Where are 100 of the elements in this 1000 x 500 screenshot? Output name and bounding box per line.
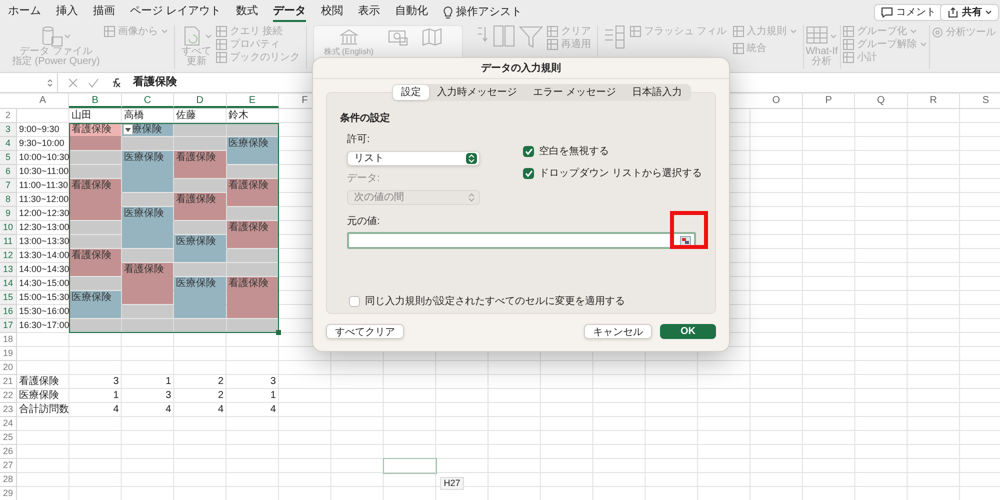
schedule-cell[interactable]: 医療保険 bbox=[69, 291, 122, 305]
column-header[interactable]: D bbox=[174, 94, 227, 108]
column-header[interactable]: Q bbox=[855, 94, 908, 108]
schedule-cell[interactable]: 看護保険 bbox=[69, 249, 122, 263]
schedule-cell[interactable] bbox=[174, 137, 227, 151]
schedule-cell[interactable] bbox=[69, 207, 122, 221]
schedule-cell[interactable] bbox=[69, 137, 122, 151]
column-header[interactable]: O bbox=[750, 94, 803, 108]
schedule-cell[interactable] bbox=[174, 319, 227, 333]
row-header[interactable]: 10 bbox=[0, 221, 17, 235]
schedule-cell[interactable] bbox=[174, 305, 227, 319]
schedule-cell[interactable] bbox=[226, 263, 279, 277]
dialog-tab[interactable]: 設定 bbox=[393, 85, 429, 100]
checkbox[interactable] bbox=[523, 168, 534, 179]
row-header[interactable]: 24 bbox=[0, 417, 17, 431]
schedule-cell[interactable]: 看護保険 bbox=[226, 221, 279, 235]
schedule-cell[interactable] bbox=[174, 207, 227, 221]
dialog-tab[interactable]: 日本語入力 bbox=[624, 85, 690, 100]
schedule-cell[interactable] bbox=[122, 291, 174, 305]
row-header[interactable]: 7 bbox=[0, 179, 17, 193]
row-header[interactable]: 19 bbox=[0, 347, 17, 361]
row-header[interactable]: 25 bbox=[0, 431, 17, 445]
schedule-cell[interactable] bbox=[226, 249, 279, 263]
schedule-cell[interactable] bbox=[174, 263, 227, 277]
schedule-cell[interactable] bbox=[226, 305, 279, 319]
checkbox-label[interactable]: ドロップダウン リストから選択する bbox=[539, 166, 702, 181]
schedule-cell[interactable] bbox=[69, 165, 122, 179]
schedule-cell[interactable]: 医療保険 bbox=[226, 137, 279, 151]
column-header[interactable]: S bbox=[960, 94, 1000, 108]
schedule-cell[interactable] bbox=[122, 305, 174, 319]
column-header[interactable]: E bbox=[226, 94, 279, 108]
column-header[interactable]: A bbox=[17, 94, 70, 108]
schedule-cell[interactable]: 看護保険 bbox=[226, 179, 279, 193]
schedule-cell[interactable] bbox=[174, 165, 227, 179]
dialog-tab[interactable]: 入力時メッセージ bbox=[429, 85, 525, 100]
dialog-button[interactable]: すべてクリア bbox=[326, 324, 404, 339]
row-header[interactable]: 18 bbox=[0, 333, 17, 347]
column-header[interactable]: P bbox=[802, 94, 856, 108]
ok-button[interactable]: OK bbox=[660, 324, 716, 339]
row-header[interactable]: 9 bbox=[0, 207, 17, 221]
menu-tab[interactable]: 表示 bbox=[358, 2, 380, 22]
row-header[interactable]: 20 bbox=[0, 361, 17, 375]
row-header[interactable]: 5 bbox=[0, 151, 17, 165]
schedule-cell[interactable] bbox=[226, 151, 279, 165]
row-header[interactable]: 16 bbox=[0, 305, 17, 319]
row-header[interactable]: 26 bbox=[0, 445, 17, 459]
row-header[interactable]: 14 bbox=[0, 277, 17, 291]
schedule-cell[interactable] bbox=[122, 193, 174, 207]
row-header[interactable]: 17 bbox=[0, 319, 17, 333]
schedule-cell[interactable] bbox=[122, 319, 174, 333]
schedule-cell[interactable] bbox=[69, 221, 122, 235]
schedule-cell[interactable] bbox=[226, 123, 279, 137]
dialog-tab[interactable]: エラー メッセージ bbox=[525, 85, 624, 100]
schedule-cell[interactable]: 医療保険 bbox=[122, 207, 174, 221]
schedule-cell[interactable]: 医療保険 bbox=[174, 235, 227, 249]
source-field[interactable] bbox=[347, 232, 696, 249]
schedule-cell[interactable] bbox=[174, 221, 227, 235]
row-header[interactable]: 22 bbox=[0, 389, 17, 403]
row-header[interactable]: 13 bbox=[0, 263, 17, 277]
schedule-cell[interactable]: 看護保険 bbox=[122, 263, 174, 277]
schedule-cell[interactable] bbox=[69, 151, 122, 165]
checkbox-label[interactable]: 同じ入力規則が設定されたすべてのセルに変更を適用する bbox=[365, 294, 625, 309]
schedule-cell[interactable] bbox=[226, 235, 279, 249]
assist-label[interactable]: 操作アシスト bbox=[456, 4, 522, 20]
dropdown-button[interactable] bbox=[122, 124, 133, 135]
checkbox[interactable] bbox=[349, 296, 360, 307]
row-header[interactable]: 12 bbox=[0, 249, 17, 263]
row-header[interactable]: 21 bbox=[0, 375, 17, 389]
row-header[interactable]: 28 bbox=[0, 473, 17, 487]
menu-tab[interactable]: 校閲 bbox=[321, 2, 344, 22]
menu-tab[interactable]: 数式 bbox=[236, 2, 258, 22]
schedule-cell[interactable]: 医療保険 bbox=[174, 277, 227, 291]
row-header[interactable]: 6 bbox=[0, 165, 17, 179]
schedule-cell[interactable] bbox=[226, 319, 279, 333]
row-header[interactable]: 8 bbox=[0, 193, 17, 207]
schedule-cell[interactable] bbox=[174, 179, 227, 193]
range-picker-button[interactable] bbox=[680, 236, 691, 246]
checkbox-label[interactable]: 空白を無視する bbox=[539, 144, 610, 159]
menu-tab[interactable]: 挿入 bbox=[56, 2, 78, 22]
schedule-cell[interactable] bbox=[122, 249, 174, 263]
schedule-cell[interactable] bbox=[226, 193, 279, 207]
row-header[interactable]: 23 bbox=[0, 403, 17, 417]
menu-tab[interactable]: 描画 bbox=[93, 2, 115, 22]
dropdown-field[interactable]: リスト bbox=[347, 151, 480, 166]
row-header[interactable]: 29 bbox=[0, 487, 17, 500]
schedule-cell[interactable]: 看護保険 bbox=[174, 151, 227, 165]
share-button[interactable]: 共有 bbox=[940, 4, 999, 21]
schedule-cell[interactable] bbox=[69, 277, 122, 291]
schedule-cell[interactable] bbox=[122, 137, 174, 151]
column-header[interactable]: B bbox=[69, 94, 122, 108]
row-header[interactable]: 11 bbox=[0, 235, 17, 249]
schedule-cell[interactable] bbox=[174, 123, 227, 137]
row-header[interactable]: 4 bbox=[0, 137, 17, 151]
schedule-cell[interactable] bbox=[226, 165, 279, 179]
row-header[interactable]: 15 bbox=[0, 291, 17, 305]
schedule-cell[interactable] bbox=[69, 319, 122, 333]
menu-tab[interactable]: 自動化 bbox=[395, 2, 428, 22]
schedule-cell[interactable]: 看護保険 bbox=[174, 193, 227, 207]
schedule-cell[interactable]: 看護保険 bbox=[226, 277, 279, 291]
menu-tab[interactable]: ホーム bbox=[8, 2, 41, 22]
